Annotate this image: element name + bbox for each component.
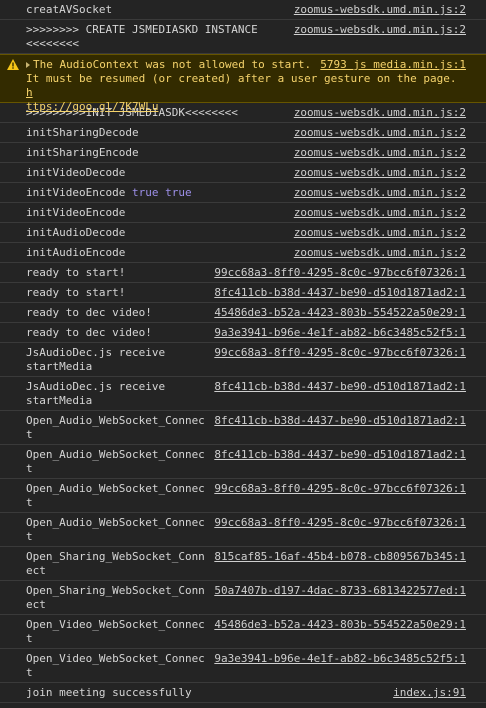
log-row: initVideoEncode true true zoomus-websdk.u…: [0, 183, 486, 203]
source-link[interactable]: 45486de3-b52a-4423-803b-554522a50e29:1: [214, 306, 466, 320]
console-log: creatAVSocket zoomus-websdk.umd.min.js:2 …: [0, 0, 486, 703]
log-message: join meeting successfully: [26, 686, 192, 699]
expand-arrow-icon[interactable]: [26, 62, 30, 68]
log-message: >>>>>>>> CREATE JSMEDIASKD INSTANCE <<<<…: [26, 23, 258, 50]
log-row: initVideoDecode zoomus-websdk.umd.min.js:…: [0, 163, 486, 183]
log-row: initVideoEncode zoomus-websdk.umd.min.js:…: [0, 203, 486, 223]
warning-detail: It must be resumed (or created) after a …: [26, 72, 457, 85]
log-message: ready to dec video!: [26, 326, 152, 339]
log-row: Open_Sharing_WebSocket_Conn ect 815caf85-…: [0, 547, 486, 581]
source-link[interactable]: 8fc411cb-b38d-4437-be90-d510d1871ad2:1: [214, 414, 466, 428]
log-message: Open_Audio_WebSocket_Connec t: [26, 414, 205, 441]
log-row: creatAVSocket zoomus-websdk.umd.min.js:2: [0, 0, 486, 20]
source-link[interactable]: zoomus-websdk.umd.min.js:2: [294, 23, 466, 37]
log-row: Open_Audio_WebSocket_Connec t 8fc411cb-b3…: [0, 445, 486, 479]
log-row: ready to start! 8fc411cb-b38d-4437-be90-d…: [0, 283, 486, 303]
help-link[interactable]: h: [26, 86, 33, 99]
source-link[interactable]: 99cc68a3-8ff0-4295-8c0c-97bcc6f07326:1: [214, 346, 466, 360]
source-link[interactable]: 45486de3-b52a-4423-803b-554522a50e29:1: [214, 618, 466, 632]
log-row: >>>>>>>> CREATE JSMEDIASKD INSTANCE <<<<…: [0, 20, 486, 54]
log-message: Open_Video_WebSocket_Connec t: [26, 618, 205, 645]
source-link[interactable]: 9a3e3941-b96e-4e1f-ab82-b6c3485c52f5:1: [214, 326, 466, 340]
source-link[interactable]: index.js:91: [393, 686, 466, 700]
log-message: initVideoEncode: [26, 206, 126, 219]
help-link-continued[interactable]: ttps://goo.gl/7K7WLu: [26, 100, 158, 113]
log-row: Open_Audio_WebSocket_Connec t 99cc68a3-8f…: [0, 479, 486, 513]
log-row: initAudioEncode zoomus-websdk.umd.min.js:…: [0, 243, 486, 263]
source-link[interactable]: zoomus-websdk.umd.min.js:2: [294, 186, 466, 200]
log-message: ready to start!: [26, 286, 126, 299]
log-row: Open_Video_WebSocket_Connec t 9a3e3941-b9…: [0, 649, 486, 683]
log-message: initVideoEncode: [26, 186, 126, 199]
warning-message: The AudioContext was not allowed to star…: [33, 58, 312, 71]
log-message: ready to start!: [26, 266, 126, 279]
log-message: initSharingEncode: [26, 146, 139, 159]
log-message: creatAVSocket: [26, 3, 113, 16]
log-message: JsAudioDec.js receive startMedia: [26, 380, 166, 407]
log-message: Open_Audio_WebSocket_Connec t: [26, 482, 205, 509]
source-link[interactable]: zoomus-websdk.umd.min.js:2: [294, 166, 466, 180]
source-link[interactable]: 815caf85-16af-45b4-b078-cb809567b345:1: [214, 550, 466, 564]
log-row: JsAudioDec.js receive startMedia 99cc68a3…: [0, 343, 486, 377]
log-args: true true: [131, 186, 192, 199]
source-link[interactable]: zoomus-websdk.umd.min.js:2: [294, 226, 466, 240]
log-row: Open_Audio_WebSocket_Connec t 8fc411cb-b3…: [0, 411, 486, 445]
log-row: Open_Audio_WebSocket_Connec t 99cc68a3-8f…: [0, 513, 486, 547]
log-row: initAudioDecode zoomus-websdk.umd.min.js:…: [0, 223, 486, 243]
log-message: Open_Sharing_WebSocket_Conn ect: [26, 584, 205, 611]
source-link[interactable]: zoomus-websdk.umd.min.js:2: [294, 206, 466, 220]
log-row: initSharingEncode zoomus-websdk.umd.min.j…: [0, 143, 486, 163]
log-message: Open_Audio_WebSocket_Connec t: [26, 448, 205, 475]
warning-row: The AudioContext was not allowed to star…: [0, 54, 486, 113]
log-row: initSharingDecode zoomus-websdk.umd.min.j…: [0, 123, 486, 143]
source-link[interactable]: 9a3e3941-b96e-4e1f-ab82-b6c3485c52f5:1: [214, 652, 466, 666]
source-link[interactable]: 99cc68a3-8ff0-4295-8c0c-97bcc6f07326:1: [214, 266, 466, 280]
source-link[interactable]: zoomus-websdk.umd.min.js:2: [294, 146, 466, 160]
warning-icon: [7, 59, 19, 70]
log-message: initAudioDecode: [26, 226, 126, 239]
source-link[interactable]: 99cc68a3-8ff0-4295-8c0c-97bcc6f07326:1: [214, 516, 466, 530]
log-message: JsAudioDec.js receive startMedia: [26, 346, 166, 373]
log-message: Open_Sharing_WebSocket_Conn ect: [26, 550, 205, 577]
log-message: ready to dec video!: [26, 306, 152, 319]
source-link[interactable]: 8fc411cb-b38d-4437-be90-d510d1871ad2:1: [214, 380, 466, 394]
log-row: Open_Sharing_WebSocket_Conn ect 50a7407b-…: [0, 581, 486, 615]
source-link[interactable]: zoomus-websdk.umd.min.js:2: [294, 3, 466, 17]
source-link[interactable]: 8fc411cb-b38d-4437-be90-d510d1871ad2:1: [214, 448, 466, 462]
source-link[interactable]: zoomus-websdk.umd.min.js:2: [294, 246, 466, 260]
log-message: initVideoDecode: [26, 166, 126, 179]
log-row: JsAudioDec.js receive startMedia 8fc411cb…: [0, 377, 486, 411]
source-link[interactable]: 99cc68a3-8ff0-4295-8c0c-97bcc6f07326:1: [214, 482, 466, 496]
log-row: ready to dec video! 45486de3-b52a-4423-80…: [0, 303, 486, 323]
log-row: ready to dec video! 9a3e3941-b96e-4e1f-ab…: [0, 323, 486, 343]
log-message: initSharingDecode: [26, 126, 139, 139]
source-link[interactable]: 8fc411cb-b38d-4437-be90-d510d1871ad2:1: [214, 286, 466, 300]
source-link[interactable]: 5793 js media.min.js:1: [320, 58, 466, 72]
log-message: Open_Video_WebSocket_Connec t: [26, 652, 205, 679]
log-message: Open_Audio_WebSocket_Connec t: [26, 516, 205, 543]
source-link[interactable]: 50a7407b-d197-4dac-8733-6813422577ed:1: [214, 584, 466, 598]
log-row: Open_Video_WebSocket_Connec t 45486de3-b5…: [0, 615, 486, 649]
log-row: join meeting successfully index.js:91: [0, 683, 486, 703]
log-message: initAudioEncode: [26, 246, 126, 259]
source-link[interactable]: zoomus-websdk.umd.min.js:2: [294, 126, 466, 140]
log-row: ready to start! 99cc68a3-8ff0-4295-8c0c-9…: [0, 263, 486, 283]
